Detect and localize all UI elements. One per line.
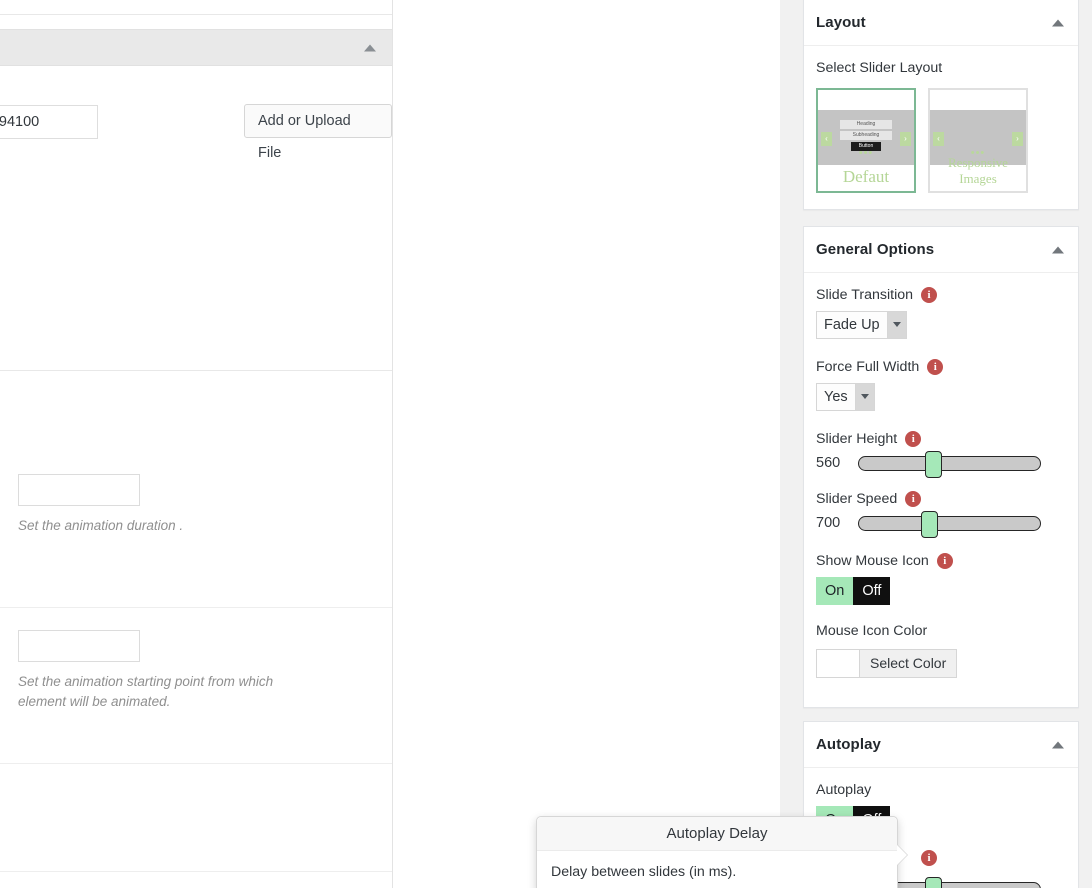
slider-speed-handle[interactable] — [921, 510, 939, 538]
screen-root: 5-streetart-94100 Add or Upload File Dur… — [0, 0, 1092, 888]
panel-general-options-header[interactable]: General Options — [804, 227, 1078, 273]
show-mouse-icon-toggle: On Off — [816, 577, 1066, 605]
thumb-dots-icon: ••• — [858, 147, 874, 159]
editor-left-column: 5-streetart-94100 Add or Upload File Dur… — [0, 0, 393, 888]
force-full-width-label: Force Full Width — [816, 359, 1066, 375]
panel-general-options-body: Slide Transition Fade Up Force Full Widt… — [804, 273, 1078, 707]
top-divider — [0, 14, 392, 15]
slider-speed-track[interactable] — [858, 510, 1041, 538]
info-icon[interactable] — [921, 850, 937, 866]
editor-center-blank — [393, 0, 780, 888]
tooltip-title: Autoplay Delay — [537, 817, 897, 851]
panel-autoplay-header[interactable]: Autoplay — [804, 722, 1078, 768]
show-mouse-icon-off-button[interactable]: Off — [853, 577, 891, 605]
panel-layout-header[interactable]: Layout — [804, 0, 1078, 46]
chevron-up-icon[interactable] — [364, 44, 376, 51]
force-full-width-label-text: Force Full Width — [816, 359, 920, 375]
layout-thumb-default[interactable]: ‹ › Heading Subheading Button ••• Defaut — [816, 88, 916, 193]
chevron-down-icon[interactable] — [854, 384, 874, 410]
slide-transition-label-text: Slide Transition — [816, 287, 913, 303]
panel-layout: Layout Select Slider Layout ‹ › Heading … — [803, 0, 1079, 210]
info-icon[interactable] — [905, 491, 922, 507]
slider-speed-label-text: Slider Speed — [816, 491, 898, 507]
info-icon[interactable] — [905, 431, 922, 447]
animation-duration-description: Set the animation duration . — [18, 518, 184, 533]
chevron-left-icon: ‹ — [933, 132, 944, 146]
slider-height-handle[interactable] — [924, 450, 942, 478]
media-metabox: 5-streetart-94100 Add or Upload File — [0, 29, 392, 371]
slide-transition-label: Slide Transition — [816, 287, 1066, 303]
chevron-down-icon[interactable] — [886, 312, 906, 338]
tooltip-arrow-icon — [897, 845, 907, 865]
autoplay-label-text: Autoplay — [816, 782, 872, 798]
chevron-left-icon: ‹ — [821, 132, 832, 146]
slider-speed-value: 700 — [816, 515, 841, 531]
slider-height-track[interactable] — [858, 450, 1041, 478]
media-metabox-header[interactable] — [0, 29, 392, 66]
chevron-right-icon: › — [900, 132, 911, 146]
chevron-up-icon[interactable] — [1052, 741, 1064, 748]
slider-layout-thumbnails: ‹ › Heading Subheading Button ••• Defaut… — [816, 88, 1066, 193]
autoplay-delay-handle[interactable] — [924, 877, 942, 888]
add-or-upload-file-button[interactable]: Add or Upload File — [244, 104, 392, 161]
layout-thumb-default-caption: Defaut — [842, 167, 890, 186]
slider-height-row: 560 — [816, 450, 1066, 478]
panel-layout-title: Layout — [816, 14, 866, 31]
slider-height-value: 560 — [816, 455, 841, 471]
panel-general-options-title: General Options — [816, 241, 935, 258]
thumb-subheading-bar: Subheading — [840, 131, 892, 140]
media-metabox-body: 5-streetart-94100 Add or Upload File — [0, 66, 392, 371]
color-swatch[interactable] — [816, 649, 860, 678]
slider-height-label: Slider Height — [816, 431, 1066, 447]
slider-speed-label: Slider Speed — [816, 491, 1066, 507]
show-mouse-icon-label: Show Mouse Icon — [816, 553, 1066, 569]
show-mouse-icon-on-button[interactable]: On — [816, 577, 854, 605]
panel-general-options: General Options Slide Transition Fade Up… — [803, 226, 1079, 708]
animation-value-description: Set the animation starting point from wh… — [18, 674, 274, 709]
layout-thumb-responsive-caption: Responsive Images — [948, 155, 1008, 186]
layout-thumb-responsive-images[interactable]: ‹ › ••• Responsive Images — [928, 88, 1028, 193]
animation-duration-input[interactable] — [18, 474, 140, 506]
info-icon[interactable] — [936, 553, 953, 569]
show-mouse-icon-label-text: Show Mouse Icon — [816, 553, 929, 569]
force-full-width-value: Yes — [824, 389, 848, 405]
slide-transition-value: Fade Up — [824, 317, 880, 333]
animation-value-input[interactable] — [18, 630, 140, 662]
slide-transition-select[interactable]: Fade Up — [816, 311, 907, 339]
info-icon[interactable] — [921, 287, 937, 303]
panel-autoplay-title: Autoplay — [816, 736, 881, 753]
autoplay-delay-tooltip: Autoplay Delay Delay between slides (in … — [536, 816, 907, 888]
force-full-width-select[interactable]: Yes — [816, 383, 875, 411]
select-slider-layout-label: Select Slider Layout — [816, 60, 943, 76]
media-url-input[interactable]: 5-streetart-94100 — [0, 105, 98, 139]
info-icon[interactable] — [927, 359, 944, 375]
panel-layout-body: Select Slider Layout ‹ › Heading Subhead… — [804, 46, 1078, 209]
chevron-up-icon[interactable] — [1052, 246, 1064, 253]
slider-speed-row: 700 — [816, 510, 1066, 538]
chevron-up-icon[interactable] — [1052, 19, 1064, 26]
slider-height-label-text: Slider Height — [816, 431, 898, 447]
mouse-icon-color-label: Mouse Icon Color — [816, 623, 1066, 639]
thumb-heading-bar: Heading — [840, 120, 892, 129]
select-color-button[interactable]: Select Color — [860, 649, 958, 678]
tooltip-body: Delay between slides (in ms). — [551, 864, 737, 880]
autoplay-label: Autoplay — [816, 782, 1066, 798]
chevron-right-icon: › — [1012, 132, 1023, 146]
editor-trailing-row — [0, 764, 392, 872]
animation-duration-row: Duration Set the animation duration . — [0, 452, 392, 608]
mouse-icon-color-picker: Select Color — [816, 649, 958, 678]
mouse-icon-color-label-text: Mouse Icon Color — [816, 623, 928, 639]
animation-value-row: Value Set the animation starting point f… — [0, 608, 392, 764]
